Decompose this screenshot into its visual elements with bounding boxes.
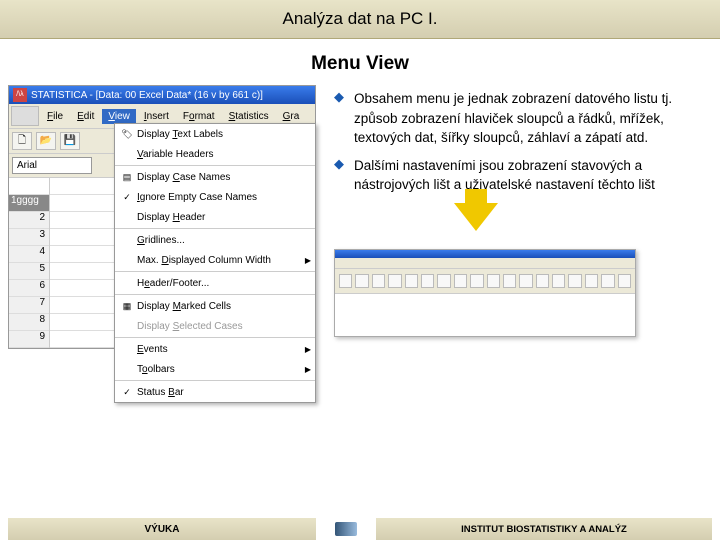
toolbar-thumbnail bbox=[334, 249, 636, 337]
cells-icon: ▦ bbox=[119, 299, 135, 313]
menu-view[interactable]: View bbox=[102, 109, 136, 124]
bullet-text: Obsahem menu je jednak zobrazení datovéh… bbox=[354, 89, 712, 148]
dd-marked-cells[interactable]: ▦Display Marked Cells bbox=[115, 296, 315, 316]
dd-toolbars[interactable]: Toolbars▶ bbox=[115, 359, 315, 379]
dd-case-names[interactable]: ▤Display Case Names bbox=[115, 167, 315, 187]
tag-icon: 🏷 bbox=[119, 127, 135, 141]
bullet-text: Dalšími nastaveními jsou zobrazení stavo… bbox=[354, 156, 712, 195]
dd-var-headers[interactable]: Variable Headers bbox=[115, 144, 315, 164]
row-header[interactable]: 1gggg bbox=[9, 195, 49, 212]
view-dropdown[interactable]: 🏷Display Text Labels Variable Headers ▤D… bbox=[114, 123, 316, 403]
check-icon: ✓ bbox=[119, 190, 135, 204]
row-header[interactable]: 9 bbox=[9, 331, 49, 348]
menu-edit[interactable]: Edit bbox=[71, 109, 100, 124]
grid-icon: ▤ bbox=[119, 170, 135, 184]
row-header[interactable]: 6 bbox=[9, 280, 49, 297]
iba-logo-icon bbox=[335, 522, 357, 536]
menu-statistics[interactable]: Statistics bbox=[223, 109, 275, 124]
chevron-right-icon: ▶ bbox=[305, 365, 311, 374]
diamond-icon: ◆ bbox=[334, 89, 344, 148]
footer: VÝUKA INSTITUT BIOSTATISTIKY A ANALÝZ bbox=[0, 518, 720, 540]
window-title: STATISTICA - [Data: 00 Excel Data* (16 v… bbox=[31, 90, 263, 101]
dd-max-col[interactable]: Max. Displayed Column Width▶ bbox=[115, 250, 315, 270]
doc-icon bbox=[11, 106, 39, 126]
footer-left: VÝUKA bbox=[8, 518, 316, 540]
bullet-item: ◆ Obsahem menu je jednak zobrazení datov… bbox=[334, 89, 712, 148]
dd-text-labels[interactable]: 🏷Display Text Labels bbox=[115, 124, 315, 144]
save-icon[interactable]: 💾 bbox=[60, 132, 80, 150]
footer-right: INSTITUT BIOSTATISTIKY A ANALÝZ bbox=[376, 518, 712, 540]
dd-ignore-empty[interactable]: ✓Ignore Empty Case Names bbox=[115, 187, 315, 207]
row-header[interactable]: 4 bbox=[9, 246, 49, 263]
chevron-right-icon: ▶ bbox=[305, 345, 311, 354]
dd-gridlines[interactable]: Gridlines... bbox=[115, 230, 315, 250]
open-icon[interactable]: 📂 bbox=[36, 132, 56, 150]
footer-logo bbox=[316, 518, 376, 540]
bullet-item: ◆ Dalšími nastaveními jsou zobrazení sta… bbox=[334, 156, 712, 195]
row-header[interactable]: 3 bbox=[9, 229, 49, 246]
row-header bbox=[9, 178, 49, 195]
diamond-icon: ◆ bbox=[334, 156, 344, 195]
dd-status-bar[interactable]: ✓Status Bar bbox=[115, 382, 315, 402]
dd-disp-header[interactable]: Display Header bbox=[115, 207, 315, 227]
dd-header-footer[interactable]: Header/Footer... bbox=[115, 273, 315, 293]
new-icon[interactable]: 🗋 bbox=[12, 132, 32, 150]
text-panel: ◆ Obsahem menu je jednak zobrazení datov… bbox=[334, 85, 712, 349]
app-icon: /\λ bbox=[13, 88, 27, 102]
row-header[interactable]: 7 bbox=[9, 297, 49, 314]
check-icon: ✓ bbox=[119, 385, 135, 399]
slide-header: Analýza dat na PC I. bbox=[0, 0, 720, 39]
arrow-down-icon bbox=[454, 203, 498, 231]
menu-format[interactable]: Format bbox=[177, 109, 221, 124]
menu-gra[interactable]: Gra bbox=[277, 109, 306, 124]
screenshot-left: /\λ STATISTICA - [Data: 00 Excel Data* (… bbox=[8, 85, 316, 349]
menu-file[interactable]: File bbox=[41, 109, 69, 124]
font-select[interactable]: Arial bbox=[12, 157, 92, 174]
dd-events[interactable]: Events▶ bbox=[115, 339, 315, 359]
slide-subtitle: Menu View bbox=[0, 53, 720, 75]
dd-selected-cases: Display Selected Cases bbox=[115, 316, 315, 336]
menu-insert[interactable]: Insert bbox=[138, 109, 175, 124]
chevron-right-icon: ▶ bbox=[305, 256, 311, 265]
row-header[interactable]: 2 bbox=[9, 212, 49, 229]
window-titlebar: /\λ STATISTICA - [Data: 00 Excel Data* (… bbox=[9, 86, 315, 104]
row-header[interactable]: 8 bbox=[9, 314, 49, 331]
row-header[interactable]: 5 bbox=[9, 263, 49, 280]
